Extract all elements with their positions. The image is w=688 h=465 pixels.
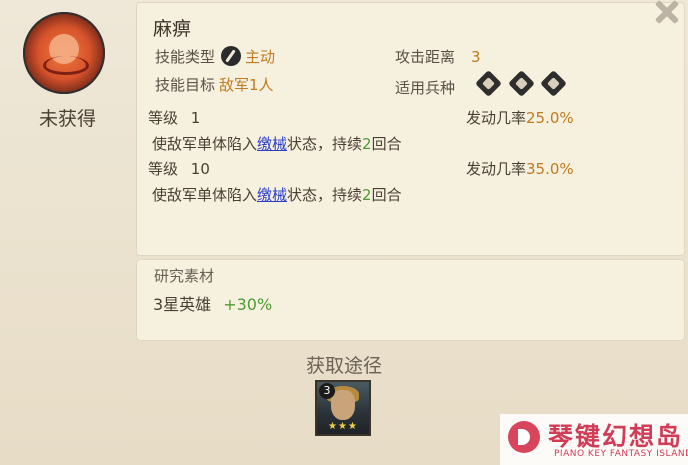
hero-star-badge: 3 bbox=[319, 383, 335, 399]
research-row: 3星英雄 +30% bbox=[153, 291, 272, 315]
level-value: 10 bbox=[190, 160, 210, 178]
trigger-rate-label: 发动几率 bbox=[466, 109, 527, 127]
level-label: 等级 bbox=[148, 109, 179, 127]
watermark: 琴键幻想岛 PIANO KEY FANTASY ISLAND bbox=[500, 414, 688, 465]
desc-text: 使敌军单体陷入 bbox=[152, 186, 258, 204]
skill-target-value: 敌军1人 bbox=[219, 76, 274, 94]
duration-value: 2 bbox=[362, 135, 372, 153]
troop-type-row: 适用兵种 bbox=[395, 70, 568, 98]
attack-range-value: 3 bbox=[471, 48, 481, 66]
skill-target-row: 技能目标 敌军1人 bbox=[155, 74, 274, 95]
desc-text: 回合 bbox=[371, 186, 402, 204]
level-label: 等级 bbox=[148, 160, 179, 178]
desc-text: 回合 bbox=[371, 135, 402, 153]
skill-icon bbox=[23, 12, 105, 94]
skill-status-label: 未获得 bbox=[38, 108, 96, 130]
hero-portrait bbox=[331, 390, 355, 420]
duration-value: 2 bbox=[362, 186, 372, 204]
level-1-description: 使敌军单体陷入缴械状态，持续2回合 bbox=[152, 133, 402, 154]
watermark-logo-icon bbox=[508, 421, 540, 453]
desc-text: 状态，持续 bbox=[287, 135, 363, 153]
level-value: 1 bbox=[190, 109, 201, 127]
trigger-rate-value: 35.0% bbox=[526, 160, 574, 178]
skill-type-label: 技能类型 bbox=[155, 48, 216, 66]
attack-range-row: 攻击距离 3 bbox=[395, 46, 481, 67]
skill-type-row: 技能类型 主动 bbox=[155, 46, 275, 67]
skill-icon-swirl-tail bbox=[43, 56, 89, 75]
level-10-rate: 发动几率35.0% bbox=[466, 158, 574, 179]
close-icon[interactable] bbox=[648, 0, 686, 26]
bow-troop-icon bbox=[540, 70, 568, 97]
skill-portrait-column: 未获得 bbox=[0, 0, 135, 350]
trigger-rate-label: 发动几率 bbox=[466, 160, 527, 178]
desc-text: 状态，持续 bbox=[287, 186, 363, 204]
research-title: 研究素材 bbox=[154, 267, 215, 285]
troop-type-label: 适用兵种 bbox=[395, 79, 456, 97]
active-skill-icon bbox=[221, 46, 242, 66]
level-1-row: 等级 1 bbox=[148, 107, 200, 128]
attack-range-label: 攻击距离 bbox=[395, 48, 456, 66]
trigger-rate-value: 25.0% bbox=[526, 109, 574, 127]
level-10-row: 等级 10 bbox=[148, 158, 210, 179]
obtain-title: 获取途径 bbox=[305, 355, 382, 377]
hero-card[interactable]: 3 ★★★ bbox=[315, 380, 371, 436]
shield-troop-icon bbox=[507, 70, 535, 97]
hero-stars: ★★★ bbox=[328, 421, 358, 432]
disarm-status-link[interactable]: 缴械 bbox=[257, 135, 287, 153]
spear-troop-icon bbox=[474, 70, 502, 97]
level-1-rate: 发动几率25.0% bbox=[466, 107, 574, 128]
watermark-title: 琴键幻想岛 bbox=[548, 422, 684, 451]
level-10-description: 使敌军单体陷入缴械状态，持续2回合 bbox=[152, 184, 402, 205]
research-bonus: +30% bbox=[223, 295, 273, 314]
research-material: 3星英雄 bbox=[153, 295, 212, 314]
disarm-status-link[interactable]: 缴械 bbox=[257, 186, 287, 204]
skill-info-card bbox=[136, 2, 685, 256]
skill-target-label: 技能目标 bbox=[155, 76, 216, 94]
watermark-subtitle: PIANO KEY FANTASY ISLAND bbox=[554, 449, 688, 459]
skill-name: 麻痹 bbox=[153, 18, 192, 40]
desc-text: 使敌军单体陷入 bbox=[152, 135, 258, 153]
skill-type-value: 主动 bbox=[245, 48, 276, 66]
